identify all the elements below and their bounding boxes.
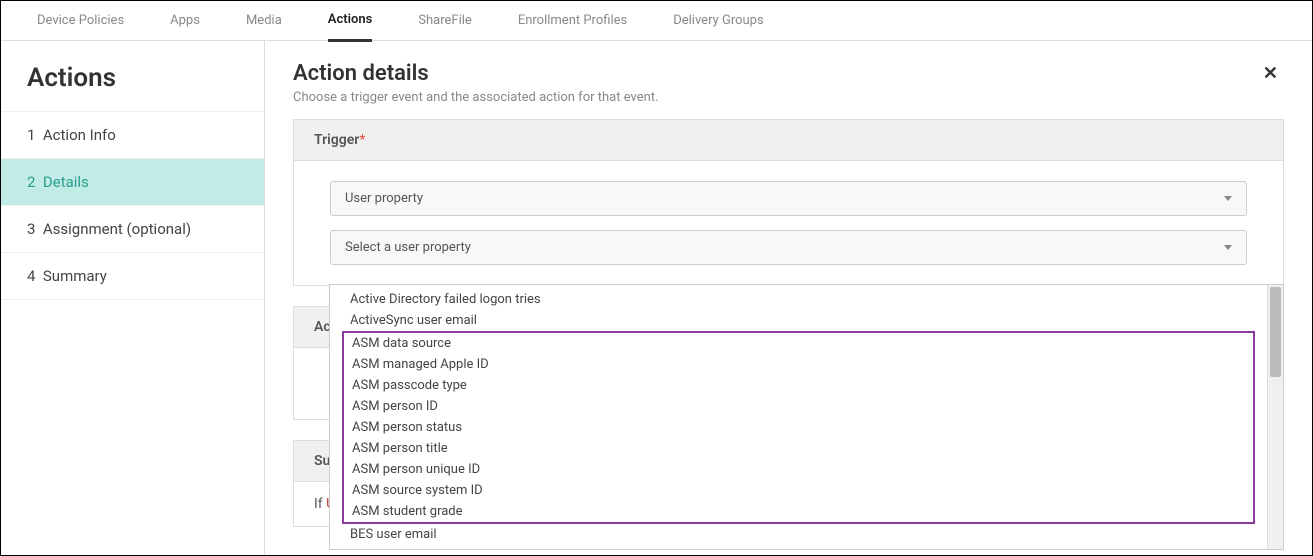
option-activesync-email[interactable]: ActiveSync user email (330, 310, 1267, 331)
option-asm-managed-apple-id[interactable]: ASM managed Apple ID (350, 354, 1247, 375)
step-assignment[interactable]: 3 Assignment (optional) (1, 206, 264, 253)
option-asm-person-unique-id[interactable]: ASM person unique ID (350, 459, 1247, 480)
option-asm-person-status[interactable]: ASM person status (350, 417, 1247, 438)
caret-down-icon (1224, 196, 1232, 201)
step-details[interactable]: 2 Details (1, 159, 264, 206)
user-property-options-list[interactable]: Active Directory failed logon tries Acti… (329, 284, 1284, 550)
sidebar-title: Actions (1, 41, 264, 112)
tab-sharefile[interactable]: ShareFile (418, 1, 472, 40)
close-button[interactable]: ✕ (1257, 61, 1284, 86)
option-bes-user-email[interactable]: BES user email (330, 524, 1267, 545)
trigger-panel-body: User property Select a user property (293, 161, 1284, 286)
tab-device-policies[interactable]: Device Policies (37, 1, 124, 40)
step-summary[interactable]: 4 Summary (1, 253, 264, 300)
option-asm-data-source[interactable]: ASM data source (350, 333, 1247, 354)
tab-media[interactable]: Media (246, 1, 282, 40)
option-asm-person-title[interactable]: ASM person title (350, 438, 1247, 459)
page-subtitle: Choose a trigger event and the associate… (293, 90, 659, 105)
tab-enrollment-profiles[interactable]: Enrollment Profiles (518, 1, 627, 40)
dropdown-scrollbar[interactable] (1267, 285, 1283, 549)
option-asm-passcode-type[interactable]: ASM passcode type (350, 375, 1247, 396)
option-asm-person-id[interactable]: ASM person ID (350, 396, 1247, 417)
tab-apps[interactable]: Apps (170, 1, 200, 40)
tab-delivery-groups[interactable]: Delivery Groups (673, 1, 763, 40)
trigger-panel-header: Trigger* (293, 119, 1284, 161)
caret-down-icon (1224, 245, 1232, 250)
step-action-info[interactable]: 1 Action Info (1, 112, 264, 159)
option-asm-source-system-id[interactable]: ASM source system ID (350, 480, 1247, 501)
sidebar: Actions 1 Action Info 2 Details 3 Assign… (1, 41, 265, 555)
scrollbar-thumb[interactable] (1270, 287, 1281, 377)
trigger-type-dropdown[interactable]: User property (330, 181, 1247, 216)
option-asm-student-grade[interactable]: ASM student grade (350, 501, 1247, 522)
page-title: Action details (293, 61, 659, 86)
option-ad-failed-logon[interactable]: Active Directory failed logon tries (330, 289, 1267, 310)
content-area: Action details Choose a trigger event an… (265, 41, 1312, 555)
top-tabs: Device Policies Apps Media Actions Share… (1, 1, 1312, 41)
user-property-dropdown[interactable]: Select a user property (330, 230, 1247, 265)
tab-actions[interactable]: Actions (328, 0, 373, 42)
asm-options-highlight: ASM data source ASM managed Apple ID ASM… (342, 331, 1255, 524)
